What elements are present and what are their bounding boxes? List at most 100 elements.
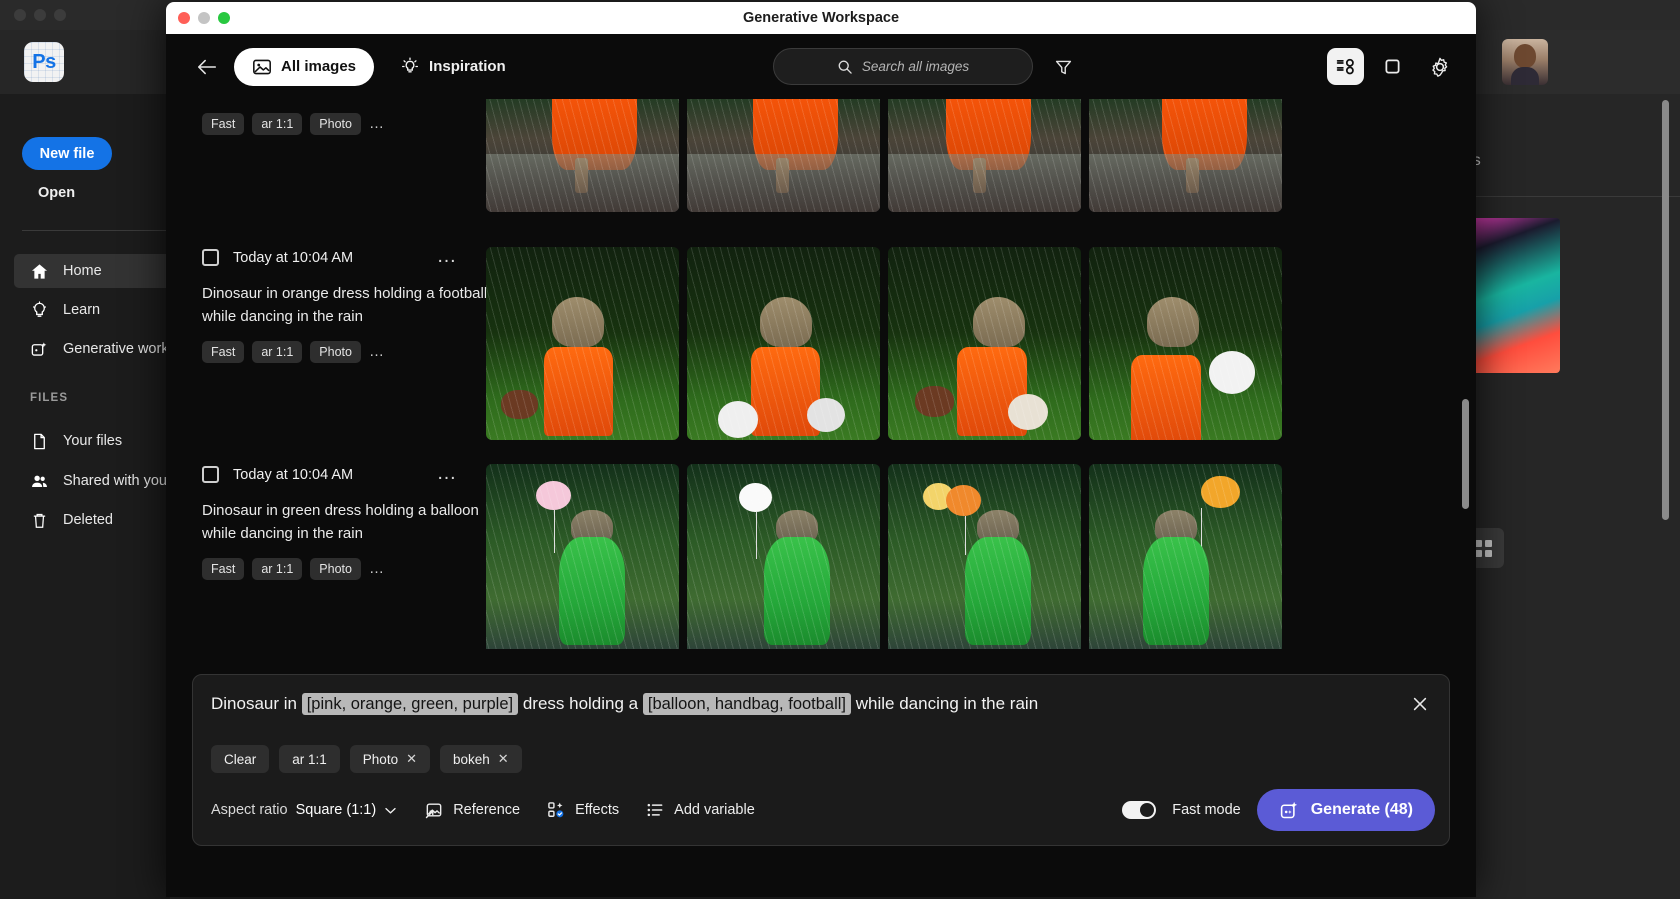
chip-fast[interactable]: Fast: [202, 340, 245, 363]
results-scrollbar[interactable]: [1462, 399, 1469, 509]
window-zoom-button[interactable]: [218, 12, 230, 24]
sidebar-item-shared-with-you[interactable]: Shared with you: [14, 464, 189, 498]
result-image[interactable]: [1089, 464, 1282, 649]
tab-inspiration[interactable]: Inspiration: [384, 48, 522, 86]
chip-fast[interactable]: Fast: [202, 557, 245, 580]
chip-aspect-ratio[interactable]: ar 1:1: [252, 340, 303, 363]
sidebar-item-label: Deleted: [63, 512, 113, 528]
reference-label: Reference: [453, 802, 521, 818]
back-button[interactable]: [192, 52, 222, 82]
sidebar-item-generative-workspace[interactable]: Generative workspace: [14, 332, 207, 366]
prompt-chips: Clear ar 1:1 Photo ✕ bokeh ✕: [211, 745, 522, 773]
result-image[interactable]: [888, 464, 1081, 649]
chip-photo[interactable]: Photo: [310, 557, 361, 580]
search-input[interactable]: Search all images: [773, 48, 1033, 85]
view-controls: [1327, 48, 1458, 85]
chip-more-button[interactable]: …: [369, 560, 384, 577]
os-window-controls[interactable]: [14, 9, 66, 21]
prompt-text[interactable]: Dinosaur in [pink, orange, green, purple…: [211, 691, 1389, 717]
list-view-button[interactable]: [1327, 48, 1364, 85]
generative-workspace-window: Generative Workspace All images Inspirat…: [166, 2, 1476, 897]
result-image[interactable]: [888, 247, 1081, 440]
filter-icon: [1055, 60, 1071, 74]
result-image[interactable]: [687, 99, 880, 212]
sidebar-item-your-files[interactable]: Your files: [14, 424, 189, 458]
window-titlebar: Generative Workspace: [166, 2, 1476, 34]
generate-button[interactable]: Generate (48): [1256, 789, 1435, 831]
remove-bokeh-chip-icon[interactable]: ✕: [498, 751, 509, 767]
aspect-ratio-chip[interactable]: ar 1:1: [279, 745, 340, 773]
result-thumbnails: [486, 99, 1282, 212]
photoshop-logo: Ps: [24, 42, 64, 82]
result-image[interactable]: [486, 247, 679, 440]
prompt-toolbar: Aspect ratio Square (1:1) Reference Effe…: [211, 787, 1435, 833]
chip-photo[interactable]: Photo: [310, 112, 361, 135]
sidebar-divider: [22, 230, 182, 231]
close-prompt-button[interactable]: [1407, 691, 1433, 717]
result-image[interactable]: [687, 464, 880, 649]
chip-fast[interactable]: Fast: [202, 112, 245, 135]
filter-button[interactable]: [1050, 54, 1076, 80]
fast-mode-toggle[interactable]: [1122, 801, 1157, 819]
aspect-ratio-value[interactable]: Square (1:1): [296, 802, 377, 818]
result-checkbox[interactable]: [202, 466, 219, 483]
grid-icon: [1474, 539, 1492, 557]
bokeh-chip[interactable]: bokeh ✕: [439, 745, 522, 773]
result-options-button[interactable]: …: [437, 463, 459, 483]
result-meta: Today at 10:04 AM … Dinosaur in green dr…: [166, 463, 486, 649]
open-button[interactable]: Open: [38, 185, 75, 201]
tab-all-images[interactable]: All images: [234, 47, 375, 86]
avatar[interactable]: [1502, 39, 1548, 85]
chip-more-button[interactable]: …: [369, 115, 384, 132]
generative-icon: [31, 341, 47, 356]
settings-button[interactable]: [1421, 48, 1458, 85]
chip-more-button[interactable]: …: [369, 343, 384, 360]
result-image[interactable]: [486, 464, 679, 649]
window-minimize-button[interactable]: [198, 12, 210, 24]
generate-sparkle-icon: [1280, 801, 1297, 818]
list-variable-icon: [647, 803, 663, 817]
os-minimize-dot[interactable]: [34, 9, 46, 21]
result-checkbox[interactable]: [202, 249, 219, 266]
close-icon: [1413, 697, 1427, 711]
clear-chip[interactable]: Clear: [211, 745, 270, 773]
result-image[interactable]: [888, 99, 1081, 212]
prompt-variable-object[interactable]: [balloon, handbag, football]: [642, 693, 852, 715]
result-prompt: Dinosaur in green dress holding a balloo…: [202, 502, 479, 543]
sidebar-item-home[interactable]: Home: [14, 254, 189, 288]
result-image[interactable]: [687, 247, 880, 440]
window-traffic-lights[interactable]: [178, 12, 230, 24]
reference-button[interactable]: Reference: [424, 800, 520, 820]
new-file-button[interactable]: New file: [22, 137, 112, 170]
chip-aspect-ratio[interactable]: ar 1:1: [252, 557, 303, 580]
window-close-button[interactable]: [178, 12, 190, 24]
search-icon: [838, 60, 852, 74]
reference-image-icon: [425, 803, 442, 819]
prompt-variable-color[interactable]: [pink, orange, green, purple]: [301, 693, 519, 715]
os-close-dot[interactable]: [14, 9, 26, 21]
chip-aspect-ratio[interactable]: ar 1:1: [252, 112, 303, 135]
lightbulb-icon: [402, 57, 419, 72]
chevron-down-icon[interactable]: [383, 803, 398, 818]
sidebar-item-learn[interactable]: Learn: [14, 293, 189, 327]
background-scrollbar[interactable]: [1662, 100, 1669, 520]
background-thumbnail[interactable]: [1470, 218, 1560, 373]
result-meta: Today at 10:04 AM … Dinosaur in orange d…: [166, 246, 487, 440]
add-variable-button[interactable]: Add variable: [645, 800, 755, 820]
result-header: Today at 10:04 AM …: [202, 246, 486, 266]
result-image[interactable]: [486, 99, 679, 212]
remove-photo-chip-icon[interactable]: ✕: [406, 751, 417, 767]
photo-chip[interactable]: Photo ✕: [349, 745, 430, 773]
fast-mode-label: Fast mode: [1172, 802, 1241, 818]
window-title: Generative Workspace: [742, 10, 900, 26]
os-zoom-dot[interactable]: [54, 9, 66, 21]
chip-photo[interactable]: Photo: [310, 340, 361, 363]
sidebar-item-label: Home: [63, 263, 102, 279]
result-image[interactable]: [1089, 99, 1282, 212]
grid-view-button[interactable]: [1374, 48, 1411, 85]
result-options-button[interactable]: …: [437, 246, 459, 266]
result-image[interactable]: [1089, 247, 1282, 440]
lightbulb-icon: [32, 300, 47, 317]
effects-button[interactable]: Effects: [546, 800, 619, 820]
sidebar-item-deleted[interactable]: Deleted: [14, 503, 189, 537]
